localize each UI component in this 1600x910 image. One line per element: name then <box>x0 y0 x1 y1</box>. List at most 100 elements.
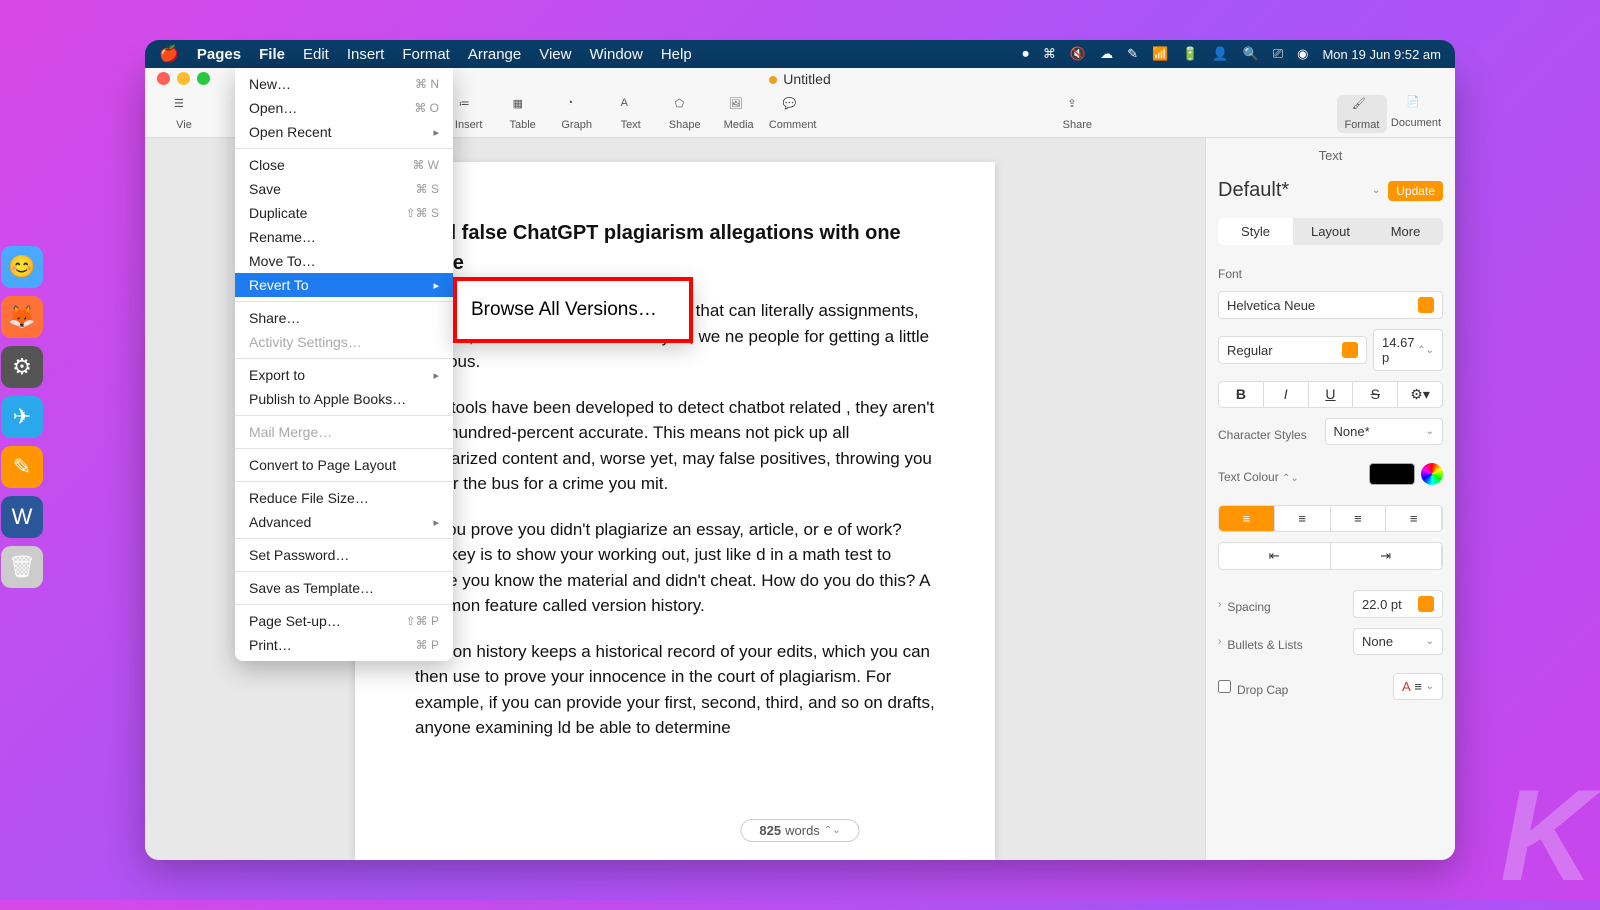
wifi-icon[interactable]: 📶 <box>1152 46 1168 62</box>
watermark: K <box>1500 760 1594 910</box>
dock-telegram[interactable]: ✈︎ <box>1 396 43 438</box>
menu-edit[interactable]: Edit <box>303 46 329 63</box>
file-advanced[interactable]: Advanced▸ <box>235 510 453 534</box>
spotlight-icon[interactable]: 🔍 <box>1243 46 1259 62</box>
zoom-window-button[interactable] <box>197 72 210 85</box>
dock-firefox[interactable]: 🦊 <box>1 296 43 338</box>
file-share[interactable]: Share… <box>235 306 453 330</box>
dock-pages[interactable]: ✎ <box>1 446 43 488</box>
bullets-select[interactable]: None⌄ <box>1353 628 1443 655</box>
control-center-icon[interactable]: ⎚ <box>1273 46 1283 62</box>
file-set-password[interactable]: Set Password… <box>235 543 453 567</box>
dock-word[interactable]: W <box>1 496 43 538</box>
text-color-swatch[interactable] <box>1369 463 1415 485</box>
browse-all-versions[interactable]: Browse All Versions… <box>471 299 675 321</box>
siri-icon[interactable]: ◉ <box>1297 46 1308 62</box>
dropbox-icon[interactable]: ⌘ <box>1043 46 1056 62</box>
tab-style[interactable]: Style <box>1218 218 1293 245</box>
update-style-button[interactable]: Update <box>1388 181 1443 201</box>
char-styles-select[interactable]: None*⌄ <box>1325 418 1444 445</box>
minimize-window-button[interactable] <box>177 72 190 85</box>
file-duplicate[interactable]: Duplicate⇧⌘ S <box>235 201 453 225</box>
file-new[interactable]: New…⌘ N <box>235 72 453 96</box>
paragraph-style-name[interactable]: Default* <box>1218 179 1289 202</box>
font-family-select[interactable]: Helvetica Neue <box>1218 291 1443 319</box>
menu-insert[interactable]: Insert <box>347 46 385 63</box>
file-open-recent[interactable]: Open Recent▸ <box>235 120 453 144</box>
status-icon[interactable]: ⏺ <box>1022 46 1029 62</box>
font-weight-select[interactable]: Regular <box>1218 336 1367 364</box>
strike-button[interactable]: S <box>1353 382 1398 407</box>
font-size-stepper[interactable]: 14.67 p⌃⌄ <box>1373 329 1443 371</box>
text-button[interactable]: AText <box>606 97 656 131</box>
revert-to-submenu: Browse All Versions… <box>453 277 693 343</box>
gear-icon[interactable]: ⚙︎▾ <box>1398 382 1442 407</box>
italic-button[interactable]: I <box>1264 382 1309 407</box>
align-justify-button[interactable]: ≡ <box>1386 506 1442 531</box>
underline-button[interactable]: U <box>1309 382 1354 407</box>
comment-button[interactable]: 💬Comment <box>768 97 818 131</box>
file-reduce-file-size[interactable]: Reduce File Size… <box>235 486 453 510</box>
menu-window[interactable]: Window <box>589 46 642 63</box>
user-icon[interactable]: 👤 <box>1212 46 1228 62</box>
disclosure-icon[interactable]: › <box>1218 636 1221 647</box>
dock-trash[interactable]: 🗑 <box>1 546 43 588</box>
word-count[interactable]: 825words⌃⌄ <box>740 819 859 842</box>
tab-more[interactable]: More <box>1368 218 1443 245</box>
char-styles-label: Character Styles <box>1218 428 1319 442</box>
menu-file[interactable]: File <box>259 46 285 63</box>
tab-layout[interactable]: Layout <box>1293 218 1368 245</box>
file-page-setup[interactable]: Page Set-up…⇧⌘ P <box>235 609 453 633</box>
table-button[interactable]: ▦Table <box>498 97 548 131</box>
file-menu-dropdown: New…⌘ N Open…⌘ O Open Recent▸ Close⌘ W S… <box>235 68 453 661</box>
shape-button[interactable]: ⬠Shape <box>660 97 710 131</box>
color-picker-icon[interactable] <box>1421 463 1443 485</box>
indent-increase-button[interactable]: ⇥ <box>1331 543 1443 569</box>
file-export-to[interactable]: Export to▸ <box>235 363 453 387</box>
font-label: Font <box>1218 267 1443 281</box>
menu-format[interactable]: Format <box>402 46 450 63</box>
file-move-to[interactable]: Move To… <box>235 249 453 273</box>
align-right-button[interactable]: ≡ <box>1331 506 1387 531</box>
bold-button[interactable]: B <box>1219 382 1264 407</box>
menu-help[interactable]: Help <box>661 46 692 63</box>
file-save-as-template[interactable]: Save as Template… <box>235 576 453 600</box>
align-left-button[interactable]: ≡ <box>1219 506 1275 531</box>
file-save[interactable]: Save⌘ S <box>235 177 453 201</box>
file-convert-page-layout[interactable]: Convert to Page Layout <box>235 453 453 477</box>
close-window-button[interactable] <box>157 72 170 85</box>
align-center-button[interactable]: ≡ <box>1275 506 1331 531</box>
dropcap-style-select[interactable]: A≡⌄ <box>1393 673 1443 700</box>
dropcap-checkbox[interactable] <box>1218 680 1231 693</box>
view-button[interactable]: ☰Vie <box>159 97 209 131</box>
media-button[interactable]: 🖼Media <box>714 97 764 131</box>
file-rename[interactable]: Rename… <box>235 225 453 249</box>
indent-decrease-button[interactable]: ⇤ <box>1219 543 1331 569</box>
format-button[interactable]: 🖌Format <box>1337 95 1387 133</box>
menu-view[interactable]: View <box>539 46 571 63</box>
graph-button[interactable]: ◔Graph <box>552 97 602 131</box>
disclosure-icon[interactable]: › <box>1218 599 1221 610</box>
share-button[interactable]: ⇪Share <box>1052 97 1102 131</box>
battery-icon[interactable]: 🔋 <box>1182 46 1198 62</box>
spacing-field[interactable]: 22.0 pt <box>1353 590 1443 618</box>
file-open[interactable]: Open…⌘ O <box>235 96 453 120</box>
menubar-datetime[interactable]: Mon 19 Jun 9:52 am <box>1322 47 1441 62</box>
dock-finder[interactable]: 😊 <box>1 246 43 288</box>
chevron-down-icon[interactable]: ⌄ <box>1372 185 1380 196</box>
file-print[interactable]: Print…⌘ P <box>235 633 453 657</box>
dock-settings[interactable]: ⚙︎ <box>1 346 43 388</box>
cloud-icon[interactable]: ☁︎ <box>1100 46 1113 62</box>
document-button[interactable]: 📄Document <box>1391 95 1441 133</box>
apple-menu-icon[interactable]: 🍎 <box>159 44 179 64</box>
app-name[interactable]: Pages <box>197 46 241 63</box>
inspector-tab-text[interactable]: Text <box>1218 148 1443 163</box>
pen-icon[interactable]: ✎ <box>1127 46 1138 62</box>
spacing-label: Spacing <box>1227 600 1347 614</box>
file-publish-apple-books[interactable]: Publish to Apple Books… <box>235 387 453 411</box>
file-close[interactable]: Close⌘ W <box>235 153 453 177</box>
menu-arrange[interactable]: Arrange <box>468 46 521 63</box>
file-revert-to[interactable]: Revert To▸ <box>235 273 453 297</box>
format-inspector: Text Default* ⌄ Update Style Layout More… <box>1205 138 1455 860</box>
mute-icon[interactable]: 🔇 <box>1070 46 1086 62</box>
